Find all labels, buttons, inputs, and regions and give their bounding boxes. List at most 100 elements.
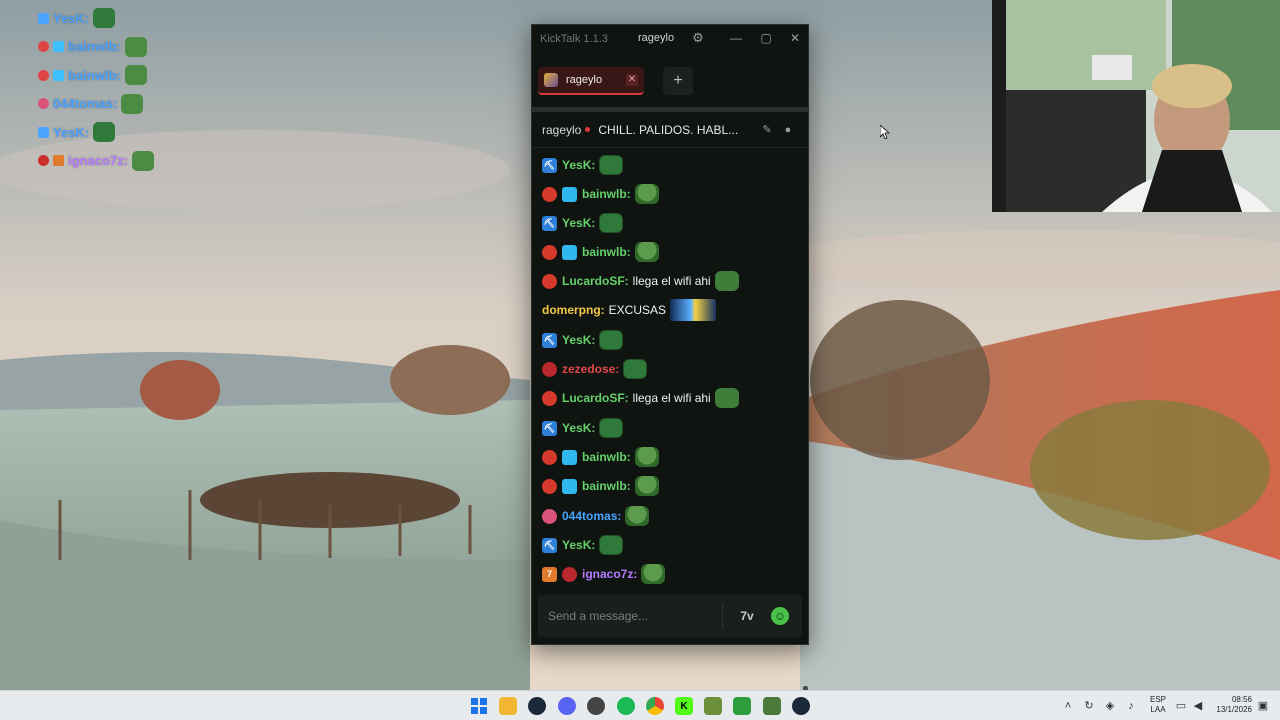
username[interactable]: bainwlb:	[582, 450, 631, 464]
overlay-username: bainwlb:	[68, 39, 121, 55]
emote-icon	[124, 36, 147, 57]
pin-icon[interactable]: ✎	[761, 124, 773, 136]
username[interactable]: bainwlb:	[582, 479, 631, 493]
minimize-button[interactable]: —	[728, 30, 744, 46]
chat-message: ⛏ YesK:	[542, 328, 624, 352]
username[interactable]: YesK:	[562, 538, 595, 552]
username[interactable]: ignaco7z:	[582, 567, 637, 581]
overlay-line: 044tomas:	[38, 90, 238, 119]
emote-icon	[599, 535, 624, 555]
spotify-icon[interactable]	[617, 697, 635, 715]
username[interactable]: LucardoSF:	[562, 274, 629, 288]
avatar	[544, 73, 558, 87]
round-badge-icon	[38, 98, 49, 110]
add-tab-button[interactable]: +	[663, 67, 693, 95]
maximize-button[interactable]: ▢	[758, 30, 774, 46]
steam-icon[interactable]	[792, 697, 810, 715]
pepe-emote-icon	[634, 242, 659, 262]
taskbar: K ˄ ↻ ◈ ♪ ESP LAA ▭ ◀ 08:56 13/1/2026 ▣	[0, 690, 1280, 720]
microphone-icon[interactable]: ♪	[1124, 699, 1138, 713]
sync-icon[interactable]: ↻	[1082, 699, 1096, 713]
chat-message: ⛏ YesK:	[542, 153, 624, 177]
pepe-emote-icon	[634, 447, 659, 467]
pickaxe-badge-icon	[38, 12, 49, 24]
chat-message: bainwlb:	[542, 474, 659, 498]
kick-icon[interactable]: K	[675, 697, 693, 715]
username[interactable]: YesK:	[562, 333, 595, 347]
chrome-icon[interactable]	[646, 697, 664, 715]
minecraft-icon[interactable]	[704, 697, 722, 715]
pickaxe-badge-icon: ⛏	[542, 420, 557, 436]
notification-icon[interactable]: ▣	[1256, 699, 1270, 713]
file-explorer-icon[interactable]	[499, 697, 517, 715]
username[interactable]: 044tomas:	[562, 509, 621, 523]
app-icon[interactable]	[763, 697, 781, 715]
channel-name[interactable]: rageylo	[542, 123, 581, 137]
cube-badge-icon	[562, 478, 577, 494]
title-bar[interactable]: KickTalk 1.1.3 rageylo ⚙ — ▢ ✕	[532, 25, 808, 53]
chat-message: ⛏ YesK:	[542, 211, 624, 235]
pepe-emote-icon	[634, 476, 659, 496]
steam-icon[interactable]	[528, 697, 546, 715]
chat-message: 7 ignaco7z:	[542, 562, 666, 586]
username[interactable]: zezedose:	[562, 362, 619, 376]
mouse-cursor-icon	[880, 125, 890, 139]
network-icon[interactable]: ▭	[1174, 699, 1188, 713]
emote-picker-icon[interactable]: ☺	[771, 607, 789, 625]
chat-message: bainwlb:	[542, 182, 659, 206]
date: 13/1/2026	[1216, 705, 1252, 714]
car-emote-icon	[670, 299, 717, 321]
username[interactable]: YesK:	[562, 216, 595, 230]
chat-message: bainwlb:	[542, 445, 659, 469]
username[interactable]: bainwlb:	[582, 245, 631, 259]
message-text: llega el wifi ahi	[632, 274, 711, 288]
overlay-username: bainwlb:	[68, 67, 121, 83]
pepe-emote-icon	[641, 564, 666, 584]
message-input[interactable]	[548, 609, 718, 623]
titlebar-username[interactable]: rageylo	[638, 32, 674, 44]
layout-code: LAA	[1150, 705, 1166, 714]
seventv-emote-picker-icon[interactable]: 7v	[738, 607, 756, 625]
windows-start-icon[interactable]	[470, 697, 488, 715]
seventv-badge-icon	[53, 155, 64, 167]
clock[interactable]: 08:56 13/1/2026	[1210, 695, 1252, 715]
chat-messages[interactable]: ⛏ YesK: bainwlb: ⛏ YesK: bainwlb: Lucard…	[532, 153, 808, 716]
cube-badge-icon	[53, 69, 64, 81]
cube-badge-icon	[562, 244, 577, 260]
emote-icon	[599, 418, 624, 438]
overlay-line: YesK:	[38, 4, 238, 33]
chevron-up-icon[interactable]: ˄	[1061, 699, 1075, 713]
user-icon[interactable]: ●	[782, 124, 794, 136]
volume-icon[interactable]: ◀	[1191, 699, 1205, 713]
discord-icon[interactable]	[558, 697, 576, 715]
emote-icon	[93, 8, 116, 29]
tab-close-button[interactable]: ✕	[626, 74, 638, 86]
chat-message: ⛏ YesK:	[542, 533, 624, 557]
red-badge-icon	[542, 390, 557, 406]
red-badge-icon	[542, 244, 557, 260]
overlay-username: YesK:	[53, 124, 90, 140]
red-badge-icon	[38, 41, 49, 53]
overlay-line: ignaco7z:	[38, 147, 238, 176]
red-badge-icon	[542, 273, 557, 289]
chat-message: ⛏ YesK:	[542, 416, 624, 440]
tab-rageylo[interactable]: rageylo ✕	[538, 67, 644, 95]
username[interactable]: domerpng:	[542, 303, 605, 317]
emote-icon	[714, 271, 739, 291]
close-button[interactable]: ✕	[787, 30, 803, 46]
username[interactable]: YesK:	[562, 421, 595, 435]
cube-badge-icon	[53, 41, 64, 53]
username[interactable]: bainwlb:	[582, 187, 631, 201]
shield-icon[interactable]: ◈	[1103, 699, 1117, 713]
stream-overlay-chat: YesK: bainwlb: bainwlb: 044tomas: YesK: …	[38, 4, 238, 175]
app-icon[interactable]	[733, 697, 751, 715]
pickaxe-badge-icon: ⛏	[542, 537, 557, 553]
gear-icon[interactable]: ⚙	[691, 31, 705, 45]
skull-badge-icon	[542, 361, 557, 377]
username[interactable]: LucardoSF:	[562, 391, 629, 405]
username[interactable]: YesK:	[562, 158, 595, 172]
tab-bar: rageylo ✕ +	[532, 53, 808, 107]
language-indicator[interactable]: ESP LAA	[1149, 695, 1167, 715]
obs-icon[interactable]	[587, 697, 605, 715]
live-indicator	[585, 127, 591, 132]
